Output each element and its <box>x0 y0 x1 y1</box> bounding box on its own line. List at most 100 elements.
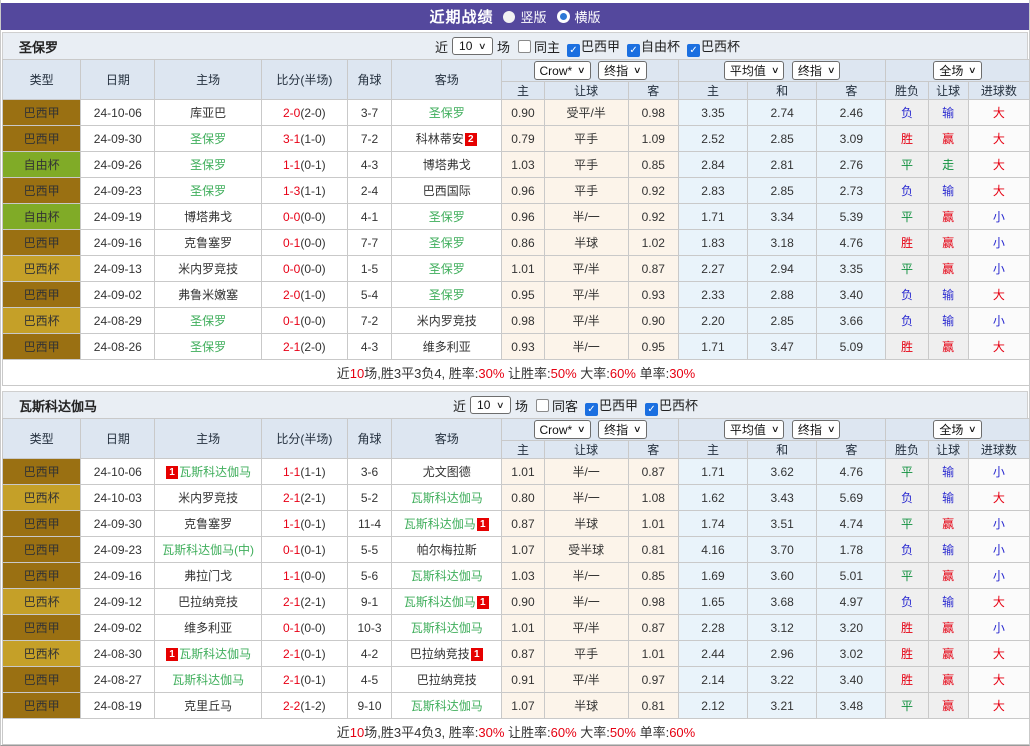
chevron-down-icon: ∨ <box>633 424 642 435</box>
team-name: 巴西国际 <box>423 184 471 198</box>
fulltime-select[interactable]: 全场∨ <box>933 61 982 80</box>
result-wdl: 胜 <box>886 230 928 256</box>
away-team: 瓦斯科达伽马1 <box>392 511 502 537</box>
avg-draw-odds: 3.68 <box>748 589 817 615</box>
avg-draw-odds: 2.94 <box>748 256 817 282</box>
half-score: (0-0) <box>300 236 325 250</box>
average-select[interactable]: 平均值∨ <box>724 420 785 439</box>
league-checkbox[interactable]: ✓ <box>585 403 598 416</box>
match-count-select[interactable]: 10∨ <box>470 396 511 414</box>
away-team: 瓦斯科达伽马 <box>392 563 502 589</box>
result-goals: 小 <box>968 230 1029 256</box>
summary-stat-label: 让胜率: <box>504 725 550 740</box>
handicap-home-odds: 0.87 <box>502 511 544 537</box>
match-count-select[interactable]: 10∨ <box>452 37 493 55</box>
layout-radio-vertical[interactable]: 竖版 <box>503 7 546 26</box>
away-team: 尤文图德 <box>392 459 502 485</box>
league-checkbox[interactable]: ✓ <box>687 44 700 57</box>
bookmaker-select[interactable]: Crow*∨ <box>534 420 591 439</box>
score-cell: 1-3(1-1) <box>261 178 347 204</box>
team-name: 瓦斯科达伽马 <box>172 673 244 687</box>
team-name: 瓦斯科达伽马 <box>411 569 483 583</box>
match-date: 24-08-27 <box>81 667 155 693</box>
result-handicap-value: 输 <box>942 491 954 505</box>
match-date: 24-09-13 <box>81 256 155 282</box>
corners-cell: 5-5 <box>347 537 391 563</box>
away-team: 瓦斯科达伽马 <box>392 693 502 719</box>
match-row: 巴西甲24-09-02弗鲁米嫩塞2-0(1-0)5-4圣保罗0.95平/半0.9… <box>3 282 1030 308</box>
avg-away-odds: 2.76 <box>817 152 886 178</box>
result-wdl-value: 平 <box>901 699 913 713</box>
match-date: 24-09-30 <box>81 126 155 152</box>
league-checkbox-label: 巴西甲 <box>599 398 638 413</box>
full-score: 0-1 <box>283 236 300 250</box>
result-handicap-value: 赢 <box>942 210 954 224</box>
final-odds-select[interactable]: 终指∨ <box>598 61 647 80</box>
col-header-home: 主场 <box>155 419 261 459</box>
radio-icon-horizontal[interactable] <box>557 10 570 23</box>
result-wdl-value: 胜 <box>901 647 913 661</box>
sub-header-away-odds: 客 <box>628 441 678 459</box>
match-date: 24-09-02 <box>81 615 155 641</box>
matches-table-saopaulo: 类型 日期 主场 比分(半场) 角球 客场 Crow*∨ 终指∨ 平均值∨ 终指… <box>2 59 1030 386</box>
radio-label-vertical: 竖版 <box>520 7 546 26</box>
average-value: 平均值 <box>730 421 766 438</box>
league-checkbox[interactable]: ✓ <box>567 44 580 57</box>
chevron-down-icon: ∨ <box>633 65 642 76</box>
team-name: 维多利亚 <box>184 621 232 635</box>
handicap-home-odds: 0.95 <box>502 282 544 308</box>
fulltime-select[interactable]: 全场∨ <box>933 420 982 439</box>
page-title: 近期战绩 <box>429 6 493 27</box>
red-card-badge: 2 <box>465 133 477 146</box>
handicap-line: 半球 <box>544 511 628 537</box>
result-goals: 大 <box>968 152 1029 178</box>
avg-home-odds: 2.28 <box>678 615 747 641</box>
result-handicap: 输 <box>928 282 968 308</box>
result-wdl-value: 平 <box>901 465 913 479</box>
final-odds-select[interactable]: 终指∨ <box>792 420 841 439</box>
same-venue-checkbox[interactable] <box>518 40 531 53</box>
bookmaker-select[interactable]: Crow*∨ <box>534 61 591 80</box>
handicap-away-odds: 0.95 <box>628 334 678 360</box>
corners-cell: 7-2 <box>347 126 391 152</box>
average-value: 平均值 <box>730 62 766 79</box>
handicap-home-odds: 1.01 <box>502 615 544 641</box>
away-team: 圣保罗 <box>392 230 502 256</box>
summary-stat-value: 60% <box>551 725 577 740</box>
col-header-score: 比分(半场) <box>261 419 347 459</box>
sub-header-home-odds: 主 <box>502 441 544 459</box>
radio-icon-vertical[interactable] <box>503 11 515 23</box>
team-name: 圣保罗 <box>190 132 226 146</box>
avg-draw-odds: 3.47 <box>748 334 817 360</box>
avg-home-odds: 2.84 <box>678 152 747 178</box>
result-goals: 大 <box>968 282 1029 308</box>
score-cell: 1-1(0-1) <box>261 152 347 178</box>
team-name: 巴拉纳竞技 <box>410 647 470 661</box>
fulltime-value: 全场 <box>939 62 963 79</box>
layout-radio-horizontal[interactable]: 横版 <box>557 7 601 26</box>
matches-table-vasco: 类型 日期 主场 比分(半场) 角球 客场 Crow*∨ 终指∨ 平均值∨ 终指… <box>2 418 1030 745</box>
league-checkbox[interactable]: ✓ <box>645 403 658 416</box>
final-odds-select[interactable]: 终指∨ <box>792 61 841 80</box>
score-cell: 0-1(0-1) <box>261 537 347 563</box>
league-type-badge: 自由杯 <box>3 152 81 178</box>
handicap-home-odds: 0.98 <box>502 308 544 334</box>
same-venue-checkbox[interactable] <box>536 399 549 412</box>
full-score: 1-3 <box>283 184 300 198</box>
match-row: 巴西甲24-09-23圣保罗1-3(1-1)2-4巴西国际0.96平手0.922… <box>3 178 1030 204</box>
full-score: 1-1 <box>283 517 300 531</box>
away-team: 博塔弗戈 <box>392 152 502 178</box>
score-cell: 2-2(1-2) <box>261 693 347 719</box>
league-checkbox[interactable]: ✓ <box>627 44 640 57</box>
sub-header-handicap-result: 让球 <box>928 82 968 100</box>
average-select[interactable]: 平均值∨ <box>724 61 785 80</box>
corners-cell: 1-5 <box>347 256 391 282</box>
final-odds-select[interactable]: 终指∨ <box>598 420 647 439</box>
result-wdl-value: 平 <box>901 158 913 172</box>
result-wdl: 负 <box>886 308 928 334</box>
team-name: 圣保罗 <box>429 288 465 302</box>
team-name: 圣保罗 <box>190 314 226 328</box>
corners-cell: 10-3 <box>347 615 391 641</box>
handicap-away-odds: 0.87 <box>628 615 678 641</box>
sub-header-away-odds: 客 <box>628 82 678 100</box>
